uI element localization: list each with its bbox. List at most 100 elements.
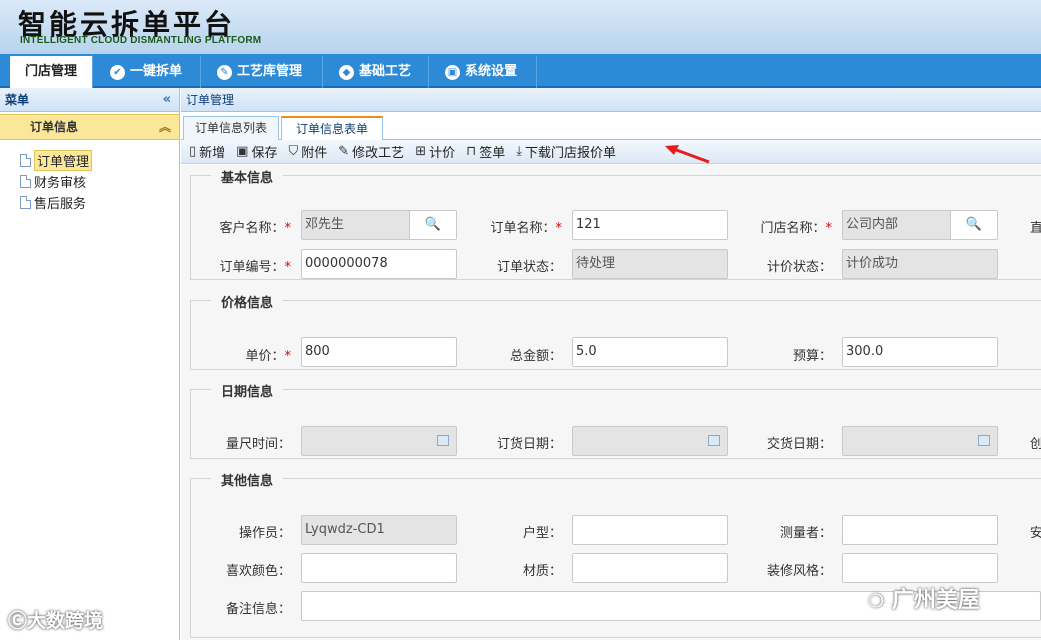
chevron-up-icon[interactable]: ︽: [159, 115, 171, 139]
measure-time-field[interactable]: [301, 426, 457, 456]
monitor-circle-icon: ▣: [445, 64, 460, 80]
order-status-field[interactable]: 待处理: [572, 249, 728, 279]
favorite-color-field[interactable]: [301, 553, 457, 583]
measure-time-label: 量尺时间：: [225, 437, 291, 452]
customer-name-field[interactable]: 邓先生 🔍: [301, 210, 457, 240]
calendar-icon[interactable]: [708, 435, 720, 446]
sign-button[interactable]: ⊓ 签单: [466, 142, 505, 161]
new-label: 新增: [199, 146, 226, 161]
pricing-status-field[interactable]: 计价成功: [842, 249, 998, 279]
document-icon: [20, 195, 31, 209]
delivery-date-label: 交货日期：: [766, 437, 832, 452]
download-quote-button[interactable]: ⤓ 下载门店报价单: [516, 142, 616, 161]
sidebar: 菜单 « 订单信息 ︽ 订单管理 财务审核 售后服务: [0, 88, 180, 640]
order-date-field[interactable]: [572, 426, 728, 456]
budget-field[interactable]: 300.0: [842, 337, 998, 367]
measurer-label: 测量者：: [779, 526, 832, 541]
operator-label: 操作员：: [238, 526, 291, 541]
cut-off-label: 创: [1029, 437, 1041, 452]
material-field[interactable]: [572, 553, 728, 583]
collapse-icon[interactable]: «: [163, 88, 171, 112]
check-circle-icon: ✔: [110, 64, 125, 80]
chat-bubble-icon: ❍: [868, 591, 885, 612]
cut-off-label: 安: [1029, 526, 1041, 541]
lock-icon: ⊓: [466, 144, 477, 159]
attachment-label: 附件: [301, 146, 328, 161]
sign-label: 签单: [479, 146, 506, 161]
calculator-icon: ⊞: [415, 144, 427, 159]
house-type-field[interactable]: [572, 515, 728, 545]
form-area: 基本信息 客户名称：* 邓先生 🔍 订单名称：* 121 门店名称：* 公司内部…: [181, 165, 1041, 640]
material-label: 材质：: [522, 564, 562, 579]
total-amount-field[interactable]: 5.0: [572, 337, 728, 367]
modify-craft-button[interactable]: ✎ 修改工艺: [338, 142, 404, 161]
watermark-left-text: 大数跨境: [27, 610, 104, 632]
remark-label: 备注信息：: [225, 602, 291, 617]
nav-tab-store-management[interactable]: 门店管理: [10, 54, 93, 88]
field-value: 公司内部: [846, 217, 899, 232]
pricing-status-label: 计价状态：: [766, 260, 832, 275]
budget-label: 预算：: [792, 349, 832, 364]
save-button[interactable]: ▣ 保存: [236, 142, 277, 161]
favorite-color-label: 喜欢颜色：: [225, 564, 291, 579]
decoration-style-label: 装修风格：: [766, 564, 832, 579]
save-icon: ▣: [236, 144, 249, 159]
breadcrumb: 订单管理: [181, 88, 1041, 112]
total-amount-label: 总金额：: [509, 349, 562, 364]
price-button[interactable]: ⊞ 计价: [415, 142, 455, 161]
cut-off-label: 直: [1029, 221, 1041, 236]
nav-tab-system-settings[interactable]: ▣ 系统设置: [437, 56, 537, 88]
app-subtitle: INTELLIGENT CLOUD DISMANTLING PLATFORM: [20, 35, 262, 46]
section-title-price: 价格信息: [211, 292, 284, 311]
main-nav: 门店管理 ✔ 一键拆单 ✎ 工艺库管理 ◆ 基础工艺 ▣ 系统设置: [0, 54, 1041, 88]
required-star: *: [825, 221, 833, 236]
document-icon: [20, 153, 31, 167]
download-icon: ⤓: [516, 144, 523, 159]
document-icon: [20, 174, 31, 188]
section-title-other: 其他信息: [211, 470, 284, 489]
sidebar-item-finance-review[interactable]: 财务审核: [20, 171, 179, 191]
sidebar-group-order-info[interactable]: 订单信息 ︽: [0, 114, 179, 140]
sidebar-item-label: 售后服务: [34, 196, 87, 212]
tab-order-form[interactable]: 订单信息表单: [281, 116, 383, 141]
nav-label: 一键拆单: [130, 64, 183, 79]
sidebar-item-label: 财务审核: [34, 175, 87, 191]
new-button[interactable]: ▯ 新增: [189, 142, 225, 161]
new-file-icon: ▯: [189, 144, 197, 159]
label-text: 订单名称：: [490, 221, 556, 236]
sidebar-title: 菜单: [5, 93, 30, 107]
attachment-button[interactable]: ⛉ 附件: [288, 142, 327, 161]
section-title-basic: 基本信息: [211, 167, 284, 186]
operator-field[interactable]: Lyqwdz-CD1: [301, 515, 457, 545]
required-star: *: [284, 260, 292, 275]
nav-tab-basic-craft[interactable]: ◆ 基础工艺: [331, 56, 429, 88]
order-name-label: 订单名称：*: [452, 217, 562, 236]
unit-price-field[interactable]: 800: [301, 337, 457, 367]
nav-tab-craft-library[interactable]: ✎ 工艺库管理: [209, 56, 323, 88]
sidebar-item-after-sales[interactable]: 售后服务: [20, 192, 179, 212]
app-header: 智能云拆单平台 INTELLIGENT CLOUD DISMANTLING PL…: [0, 0, 1041, 54]
tag-circle-icon: ◆: [339, 64, 354, 80]
decoration-style-field[interactable]: [842, 553, 998, 583]
nav-tab-one-click-split[interactable]: ✔ 一键拆单: [102, 56, 201, 88]
watermark-right-text: 广州美屋: [891, 588, 980, 613]
sidebar-header: 菜单 «: [0, 88, 179, 112]
tab-bar: 订单信息列表 订单信息表单: [181, 112, 1041, 141]
main-panel: 订单管理 订单信息列表 订单信息表单 ▯ 新增 ▣ 保存 ⛉ 附件 ✎ 修改工艺 ⊞ 计价…: [181, 88, 1041, 640]
watermark-left: Ⓒ大数跨境: [8, 606, 103, 633]
required-star: *: [555, 221, 563, 236]
unit-price-label: 单价：*: [181, 345, 291, 364]
calendar-icon[interactable]: [437, 435, 449, 446]
order-number-field[interactable]: 0000000078: [301, 249, 457, 279]
order-number-label: 订单编号：*: [181, 256, 291, 275]
section-title-date: 日期信息: [211, 381, 284, 400]
search-icon[interactable]: 🔍: [409, 211, 456, 239]
tab-order-list[interactable]: 订单信息列表: [183, 116, 279, 140]
modify-craft-label: 修改工艺: [352, 146, 405, 161]
sidebar-group-label: 订单信息: [30, 120, 79, 134]
download-label: 下载门店报价单: [525, 146, 617, 161]
label-text: 订单编号：: [219, 260, 285, 275]
sidebar-item-order-management[interactable]: 订单管理: [20, 149, 179, 171]
order-name-field[interactable]: 121: [572, 210, 728, 240]
nav-label: 门店管理: [24, 64, 77, 79]
